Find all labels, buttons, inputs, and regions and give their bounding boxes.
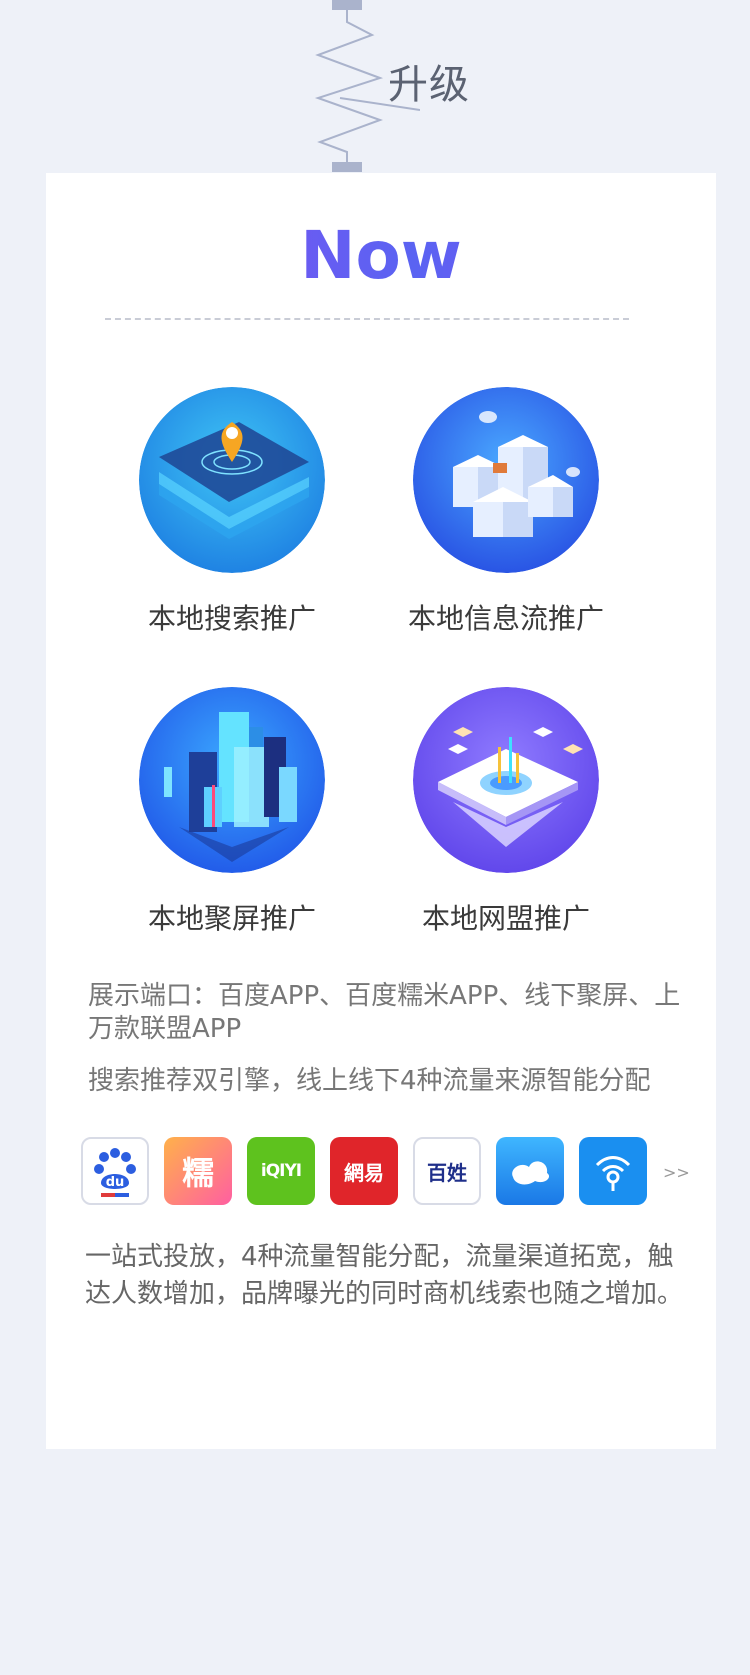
description-text: 一站式投放，4种流量智能分配，流量渠道拓宽，触达人数增加，品牌曝光的同时商机线索… <box>85 1242 684 1309</box>
feature-label: 本地聚屏推广 <box>147 902 316 935</box>
wifi-key-app-icon[interactable] <box>579 1137 647 1205</box>
baidu-app-icon[interactable]: du <box>81 1137 149 1205</box>
now-title: Now <box>46 217 716 294</box>
dashed-divider <box>105 318 629 320</box>
app-icon-row: du 糯 iQIYI 網易 百姓 >> <box>81 1137 691 1209</box>
feature-local-feed[interactable]: 本地信息流推广 <box>366 387 646 637</box>
map-pin-icon <box>139 387 325 573</box>
feature-label: 本地网盟推广 <box>421 902 590 935</box>
buildings-icon <box>139 687 325 873</box>
upgrade-title: 升级 <box>388 62 470 108</box>
netease-news-app-icon[interactable]: 網易 <box>330 1137 398 1205</box>
dual-engine-text: 搜索推荐双引擎，线上线下4种流量来源智能分配 <box>88 1066 651 1096</box>
svg-text:du: du <box>106 1175 125 1190</box>
display-ports-text: 展示端口：百度APP、百度糯米APP、线下聚屏、上万款联盟APP <box>88 981 681 1044</box>
cube-city-icon <box>413 387 599 573</box>
top-area: 升级 <box>0 0 750 173</box>
feature-label: 本地搜索推广 <box>147 602 316 635</box>
network-platform-icon <box>413 687 599 873</box>
feature-label: 本地信息流推广 <box>407 602 604 635</box>
baixing-app-icon[interactable]: 百姓 <box>413 1137 481 1205</box>
feature-local-screen[interactable]: 本地聚屏推广 <box>92 687 372 937</box>
nuomi-app-icon[interactable]: 糯 <box>164 1137 232 1205</box>
now-card: Now 本地搜索推广 本地信息流推广 本地聚屏推广 本地网盟推广 展示端口：百度… <box>46 173 716 1449</box>
more-apps-indicator[interactable]: >> <box>663 1163 690 1182</box>
cloud-app-icon[interactable] <box>496 1137 564 1205</box>
feature-local-search[interactable]: 本地搜索推广 <box>92 387 372 637</box>
feature-local-network[interactable]: 本地网盟推广 <box>366 687 646 937</box>
iqiyi-app-icon[interactable]: iQIYI <box>247 1137 315 1205</box>
